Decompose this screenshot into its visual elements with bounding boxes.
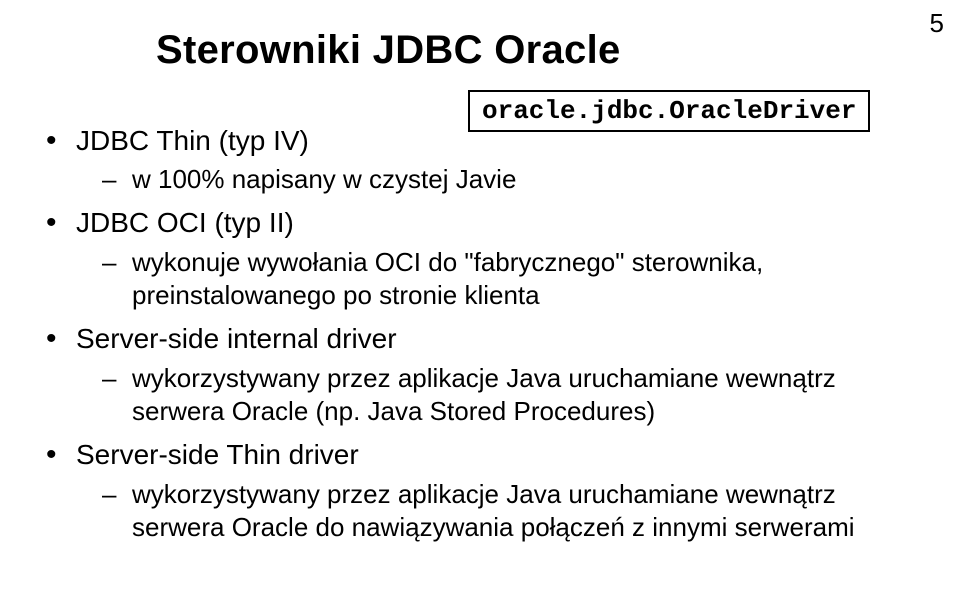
sub-list: wykorzystywany przez aplikacje Java uruc… <box>76 362 916 430</box>
bullet-list: JDBC Thin (typ IV) w 100% napisany w czy… <box>44 123 916 545</box>
sub-list: wykorzystywany przez aplikacje Java uruc… <box>76 478 916 546</box>
list-item: Server-side internal driver wykorzystywa… <box>44 321 916 429</box>
page-number: 5 <box>930 8 944 39</box>
bullet-heading: Server-side internal driver <box>76 323 397 354</box>
sub-list-item: wykorzystywany przez aplikacje Java uruc… <box>102 478 916 546</box>
bullet-heading: JDBC OCI (typ II) <box>76 207 294 238</box>
list-item: JDBC Thin (typ IV) w 100% napisany w czy… <box>44 123 916 197</box>
page-title: Sterowniki JDBC Oracle <box>156 28 916 73</box>
slide-page: 5 Sterowniki JDBC Oracle oracle.jdbc.Ora… <box>0 0 960 601</box>
bullet-heading: JDBC Thin (typ IV) <box>76 125 309 156</box>
list-item: JDBC OCI (typ II) wykonuje wywołania OCI… <box>44 205 916 313</box>
sub-list-item: wykonuje wywołania OCI do "fabrycznego" … <box>102 246 916 314</box>
sub-list: w 100% napisany w czystej Javie <box>76 163 916 197</box>
list-item: Server-side Thin driver wykorzystywany p… <box>44 437 916 545</box>
sub-list: wykonuje wywołania OCI do "fabrycznego" … <box>76 246 916 314</box>
content-body: JDBC Thin (typ IV) w 100% napisany w czy… <box>44 123 916 545</box>
bullet-heading: Server-side Thin driver <box>76 439 359 470</box>
sub-list-item: wykorzystywany przez aplikacje Java uruc… <box>102 362 916 430</box>
sub-list-item: w 100% napisany w czystej Javie <box>102 163 916 197</box>
